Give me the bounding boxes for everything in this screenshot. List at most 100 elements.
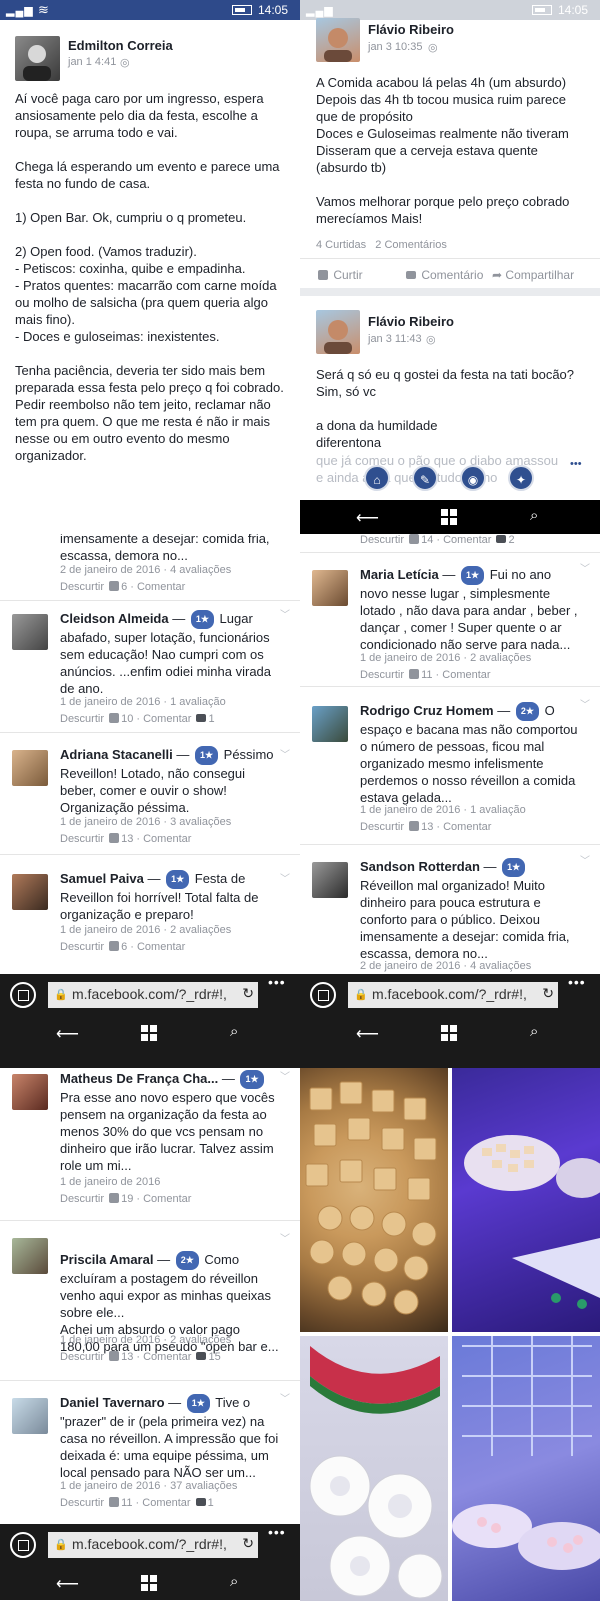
dislike-button[interactable]: Descurtir [360, 534, 404, 546]
share-button[interactable]: ➦ Compartilhar [492, 268, 574, 282]
avatar[interactable] [12, 1074, 48, 1110]
avatar[interactable] [312, 706, 348, 742]
windows-icon[interactable] [441, 509, 457, 525]
reviewer-name[interactable]: Matheus De França Cha... [60, 1071, 218, 1086]
search-icon[interactable]: ⌕ [230, 1573, 238, 1590]
food-photo-sweets[interactable] [452, 1336, 600, 1601]
back-icon[interactable]: ⟵ [356, 508, 379, 528]
search-icon[interactable]: ⌕ [530, 507, 538, 524]
tabs-icon[interactable] [10, 1532, 36, 1558]
url-field[interactable]: 🔒 m.facebook.com/?_rdr#!, ↻ [48, 1532, 258, 1558]
reviewer-name[interactable]: Adriana Stacanelli [60, 747, 173, 762]
food-photo-watermelon[interactable] [300, 1336, 448, 1601]
comment-button[interactable]: Comentar [143, 713, 191, 725]
search-icon[interactable]: ⌕ [230, 1023, 238, 1040]
reload-icon[interactable]: ↻ [242, 1535, 254, 1552]
post-time[interactable]: jan 1 4:41 [68, 56, 116, 68]
more-icon[interactable]: ••• [570, 458, 582, 470]
reviewer-name[interactable]: Priscila Amaral [60, 1252, 153, 1267]
avatar[interactable] [12, 614, 48, 650]
tabs-icon[interactable] [10, 982, 36, 1008]
avatar[interactable] [312, 570, 348, 606]
pin-icon[interactable]: ✦ [508, 465, 534, 491]
comment-button[interactable]: Comentar [143, 1193, 191, 1205]
chevron-down-icon[interactable]: ﹀ [280, 870, 290, 885]
search-icon[interactable]: ⌕ [530, 1023, 538, 1040]
dislike-button[interactable]: Descurtir [60, 833, 104, 845]
comment-button[interactable]: Comentar [443, 821, 491, 833]
windows-icon[interactable] [141, 1575, 157, 1591]
comment-button[interactable]: Comentar [442, 669, 490, 681]
reviewer-name[interactable]: Sandson Rotterdan [360, 859, 480, 874]
reviewer-name[interactable]: Rodrigo Cruz Homem [360, 703, 494, 718]
back-icon[interactable]: ⟵ [56, 1024, 79, 1044]
more-icon[interactable]: ••• [268, 1524, 286, 1540]
home-icon[interactable]: ⌂ [364, 465, 390, 491]
windows-icon[interactable] [441, 1025, 457, 1041]
post-time[interactable]: jan 3 10:35 [368, 41, 422, 53]
dislike-button[interactable]: Descurtir [60, 581, 104, 593]
post-author[interactable]: Edmilton Correia [68, 38, 173, 53]
dislike-button[interactable]: Descurtir [60, 941, 104, 953]
dislike-button[interactable]: Descurtir [360, 669, 404, 681]
chevron-down-icon[interactable]: ﹀ [580, 696, 590, 711]
dislike-button[interactable]: Descurtir [60, 1497, 104, 1509]
review-item: Daniel Tavernaro — 1★ Tive o "prazer" de… [0, 1392, 300, 1542]
avatar[interactable] [12, 750, 48, 786]
food-photo-crackers[interactable] [300, 1068, 448, 1332]
reload-icon[interactable]: ↻ [242, 985, 254, 1002]
reload-icon[interactable]: ↻ [542, 985, 554, 1002]
like-button[interactable]: Curtir [316, 268, 363, 282]
review-actions: Descurtir 13 · Comentar 15 [60, 1351, 221, 1363]
camera-icon[interactable]: ◉ [460, 465, 486, 491]
comment-button[interactable]: Comentar [143, 1351, 191, 1363]
post-time[interactable]: jan 3 11:43 [368, 333, 422, 345]
reviewer-name[interactable]: Samuel Paiva [60, 871, 144, 886]
chevron-down-icon[interactable]: ﹀ [280, 606, 290, 621]
dislike-button[interactable]: Descurtir [60, 1193, 104, 1205]
post-author[interactable]: Flávio Ribeiro [368, 22, 454, 37]
chevron-down-icon[interactable]: ﹀ [280, 1230, 290, 1245]
post-text: A Comida acabou lá pelas 4h (um absurdo)… [316, 75, 570, 226]
back-icon[interactable]: ⟵ [56, 1574, 79, 1594]
avatar[interactable] [316, 18, 360, 62]
avatar[interactable] [12, 874, 48, 910]
divider [0, 1220, 300, 1221]
comment-button[interactable]: Comentar [142, 1497, 190, 1509]
dislike-button[interactable]: Descurtir [60, 713, 104, 725]
more-icon[interactable]: ••• [568, 974, 586, 990]
post-author[interactable]: Flávio Ribeiro [368, 314, 454, 329]
review-item: Rodrigo Cruz Homem — 2★ O espaço e bacan… [300, 700, 600, 840]
chevron-down-icon[interactable]: ﹀ [280, 1390, 290, 1405]
avatar[interactable] [312, 862, 348, 898]
reviewer-name[interactable]: Maria Letícia [360, 567, 439, 582]
post-stats[interactable]: 4 Curtidas 2 Comentários [316, 239, 447, 251]
comment-button[interactable]: Comentar [443, 534, 491, 546]
avatar[interactable] [12, 1398, 48, 1434]
chevron-down-icon[interactable]: ﹀ [280, 1068, 290, 1083]
chevron-down-icon[interactable]: ﹀ [580, 560, 590, 575]
comment-button[interactable]: Comentar [143, 833, 191, 845]
avatar[interactable] [15, 36, 60, 81]
food-photo-table[interactable] [452, 1068, 600, 1332]
battery-icon [232, 5, 252, 15]
reviewer-name[interactable]: Daniel Tavernaro [60, 1395, 165, 1410]
more-icon[interactable]: ••• [268, 974, 286, 990]
chevron-down-icon[interactable]: ﹀ [280, 746, 290, 761]
dislike-button[interactable]: Descurtir [360, 821, 404, 833]
comment-button[interactable]: Comentar [137, 941, 185, 953]
comment-button[interactable]: Comentar [137, 581, 185, 593]
back-icon[interactable]: ⟵ [356, 1024, 379, 1044]
dislike-button[interactable]: Descurtir [60, 1351, 104, 1363]
chevron-down-icon[interactable]: ﹀ [580, 852, 590, 867]
edit-icon[interactable]: ✎ [412, 465, 438, 491]
windows-icon[interactable] [141, 1025, 157, 1041]
panel-reviews-2: Descurtir 14 · Comentar 2 Maria Letícia … [300, 534, 600, 1050]
reviewer-name[interactable]: Cleidson Almeida [60, 611, 169, 626]
avatar[interactable] [12, 1238, 48, 1274]
comment-button[interactable]: Comentário [404, 268, 483, 282]
avatar[interactable] [316, 310, 360, 354]
url-field[interactable]: 🔒 m.facebook.com/?_rdr#!, ↻ [48, 982, 258, 1008]
url-field[interactable]: 🔒 m.facebook.com/?_rdr#!, ↻ [348, 982, 558, 1008]
tabs-icon[interactable] [310, 982, 336, 1008]
